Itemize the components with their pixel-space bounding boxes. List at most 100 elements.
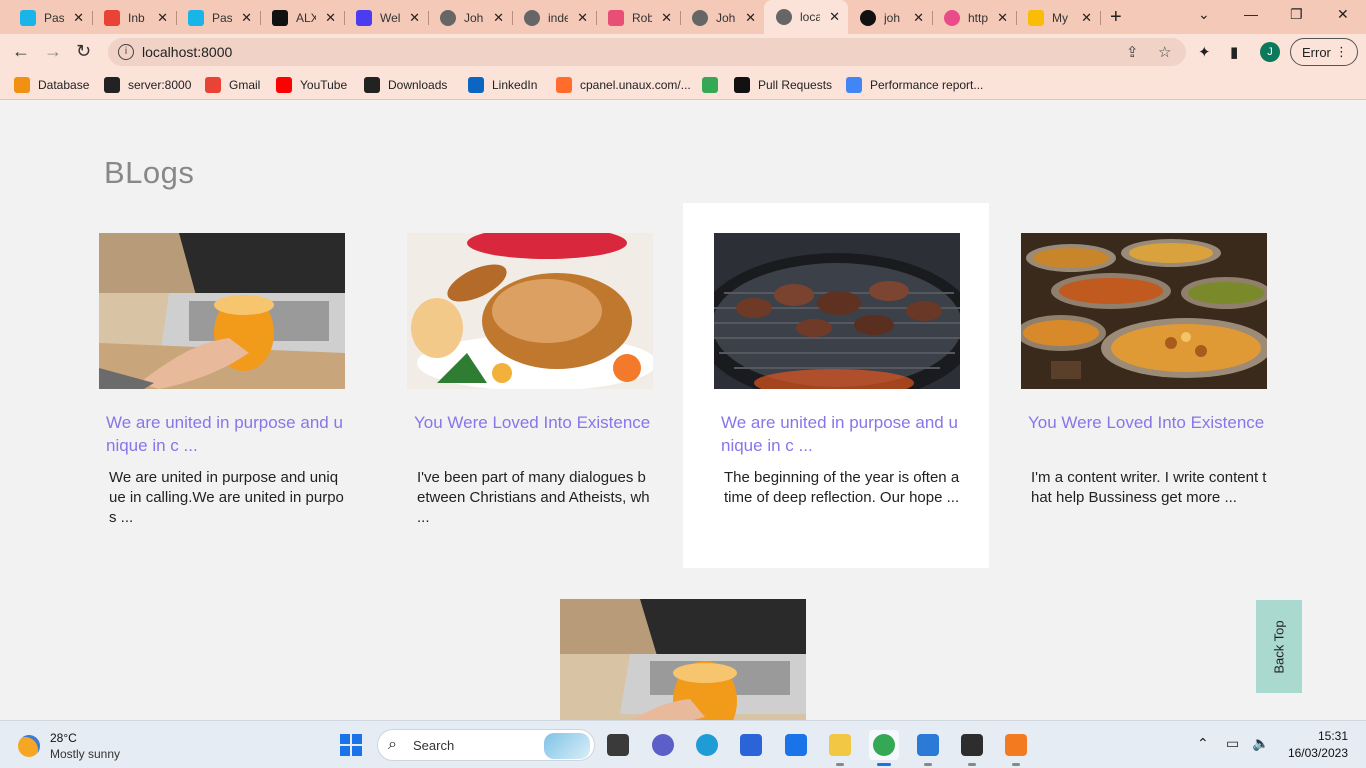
bookmark-item[interactable]: Downloads xyxy=(364,77,447,93)
volume-icon[interactable]: 🔈 xyxy=(1252,735,1269,752)
bookmark-label: server:8000 xyxy=(128,78,192,92)
bookmark-item[interactable]: Gmail xyxy=(205,77,260,93)
browser-tab[interactable]: loca ✕ xyxy=(764,0,848,34)
browser-tab[interactable]: Joh ✕ xyxy=(680,6,764,30)
browser-tab[interactable]: Rob ✕ xyxy=(596,6,681,30)
tab-close-icon[interactable]: ✕ xyxy=(325,10,336,26)
blog-card[interactable]: We are united in purpose and unique in c… xyxy=(683,203,989,568)
minimize-button[interactable]: — xyxy=(1244,6,1258,22)
browser-tab[interactable]: ALX ✕ xyxy=(260,6,345,30)
extensions-icon[interactable]: ✦ xyxy=(1198,43,1211,61)
phpmyadmin-icon xyxy=(14,77,30,93)
blog-title[interactable]: We are united in purpose and unique in c… xyxy=(106,411,346,457)
bookmark-item[interactable]: server:8000 xyxy=(104,77,191,93)
app-glyph xyxy=(873,734,895,756)
blog-excerpt: I've been part of many dialogues between… xyxy=(417,469,650,526)
bookmark-item[interactable]: Pull Requests xyxy=(734,77,832,93)
terminal-icon[interactable] xyxy=(957,730,987,766)
edge-icon[interactable] xyxy=(692,730,722,760)
bookmark-item[interactable]: LinkedIn xyxy=(468,77,537,93)
blog-image[interactable] xyxy=(99,233,345,389)
browser-tab[interactable]: inde ✕ xyxy=(512,6,597,30)
tab-close-icon[interactable]: ✕ xyxy=(997,10,1008,26)
blog-image[interactable] xyxy=(560,599,806,721)
windows-start-icon[interactable] xyxy=(340,734,362,756)
blog-title[interactable]: You Were Loved Into Existence xyxy=(1028,411,1268,434)
tab-close-icon[interactable]: ✕ xyxy=(661,10,672,26)
search-highlight-icon xyxy=(544,733,590,759)
back-icon[interactable]: ← xyxy=(12,42,30,60)
tab-title: http xyxy=(968,11,988,25)
browser-tab[interactable]: Inb ✕ xyxy=(92,6,177,30)
vscode-icon[interactable] xyxy=(913,730,943,766)
browser-tab[interactable]: Pas ✕ xyxy=(8,6,93,30)
tab-close-icon[interactable]: ✕ xyxy=(577,10,588,26)
blog-title[interactable]: You Were Loved Into Existence xyxy=(414,411,654,434)
page-title: BLogs xyxy=(104,155,195,190)
app-glyph xyxy=(696,734,718,756)
system-clock[interactable]: 15:31 16/03/2023 xyxy=(1288,729,1348,760)
address-text[interactable]: localhost:8000 xyxy=(142,44,232,60)
browser-tab[interactable]: http ✕ xyxy=(932,6,1017,30)
weather-sun-icon xyxy=(18,735,40,757)
maximize-button[interactable]: ❐ xyxy=(1290,6,1303,23)
side-panel-icon[interactable]: ▮ xyxy=(1230,43,1238,61)
tab-close-icon[interactable]: ✕ xyxy=(241,10,252,26)
xampp-icon[interactable] xyxy=(1001,730,1031,766)
network-icon[interactable]: ▭ xyxy=(1226,735,1239,752)
mail-icon[interactable] xyxy=(781,730,811,760)
tray-chevron-icon[interactable]: ⌃ xyxy=(1197,735,1209,752)
store-icon[interactable] xyxy=(736,730,766,760)
chrome-icon[interactable] xyxy=(869,730,899,766)
blog-card[interactable]: We are united in purpose and unique in c… xyxy=(68,203,374,568)
tab-search-icon[interactable]: ⌄ xyxy=(1198,6,1210,23)
taskbar-search[interactable]: ⌕ Search xyxy=(377,729,595,761)
error-button[interactable]: Error ⋮ xyxy=(1290,38,1358,66)
reload-icon[interactable]: ↻ xyxy=(76,42,91,60)
back-to-top-button[interactable]: Back Top xyxy=(1256,600,1302,693)
site-info-icon[interactable]: i xyxy=(118,44,134,60)
bookmark-item[interactable] xyxy=(702,77,726,93)
tab-close-icon[interactable]: ✕ xyxy=(745,10,756,26)
browser-tab[interactable]: Wel ✕ xyxy=(344,6,429,30)
app-glyph xyxy=(740,734,762,756)
tab-close-icon[interactable]: ✕ xyxy=(73,10,84,26)
browser-tab[interactable]: Joh ✕ xyxy=(428,6,513,30)
new-tab-button[interactable]: + xyxy=(1110,6,1122,29)
bookmark-item[interactable]: cpanel.unaux.com/... xyxy=(556,77,691,93)
bookmark-label: Performance report... xyxy=(870,78,984,92)
close-window-button[interactable]: ✕ xyxy=(1337,6,1349,23)
browser-tab[interactable]: joh ✕ xyxy=(848,6,933,30)
blog-title[interactable]: We are united in purpose and unique in c… xyxy=(721,411,961,457)
tab-close-icon[interactable]: ✕ xyxy=(409,10,420,26)
blog-image[interactable] xyxy=(1021,233,1267,389)
p-icon xyxy=(20,10,36,26)
address-bar[interactable]: i localhost:8000 ⇪ ☆ xyxy=(108,38,1186,66)
tab-close-icon[interactable]: ✕ xyxy=(913,10,924,26)
app-glyph xyxy=(961,734,983,756)
bookmark-item[interactable]: Performance report... xyxy=(846,77,983,93)
bookmark-star-icon[interactable]: ☆ xyxy=(1158,43,1171,61)
browser-tab[interactable]: Pas ✕ xyxy=(176,6,261,30)
tab-close-icon[interactable]: ✕ xyxy=(1081,10,1092,26)
share-icon[interactable]: ⇪ xyxy=(1126,43,1139,61)
file-explorer-icon[interactable] xyxy=(825,730,855,766)
bookmark-item[interactable]: YouTube xyxy=(276,77,347,93)
blog-card[interactable]: You Were Loved Into Existence I'm a cont… xyxy=(990,203,1296,568)
maps-icon xyxy=(702,77,718,93)
tab-close-icon[interactable]: ✕ xyxy=(157,10,168,26)
blog-card[interactable]: You Were Loved Into Existence I've been … xyxy=(376,203,682,568)
profile-avatar[interactable]: J xyxy=(1260,42,1280,62)
teams-chat-icon[interactable] xyxy=(648,730,678,760)
globe-icon xyxy=(440,10,456,26)
forward-icon[interactable]: → xyxy=(44,42,62,60)
weather-temp: 28°C xyxy=(50,731,77,745)
blog-image[interactable] xyxy=(407,233,653,389)
colorful-icon xyxy=(608,10,624,26)
tab-close-icon[interactable]: ✕ xyxy=(829,9,840,25)
browser-tab[interactable]: My ✕ xyxy=(1016,6,1101,30)
bookmark-item[interactable]: Database xyxy=(14,77,89,93)
blog-image[interactable] xyxy=(714,233,960,389)
task-view-icon[interactable] xyxy=(603,730,633,760)
tab-close-icon[interactable]: ✕ xyxy=(493,10,504,26)
